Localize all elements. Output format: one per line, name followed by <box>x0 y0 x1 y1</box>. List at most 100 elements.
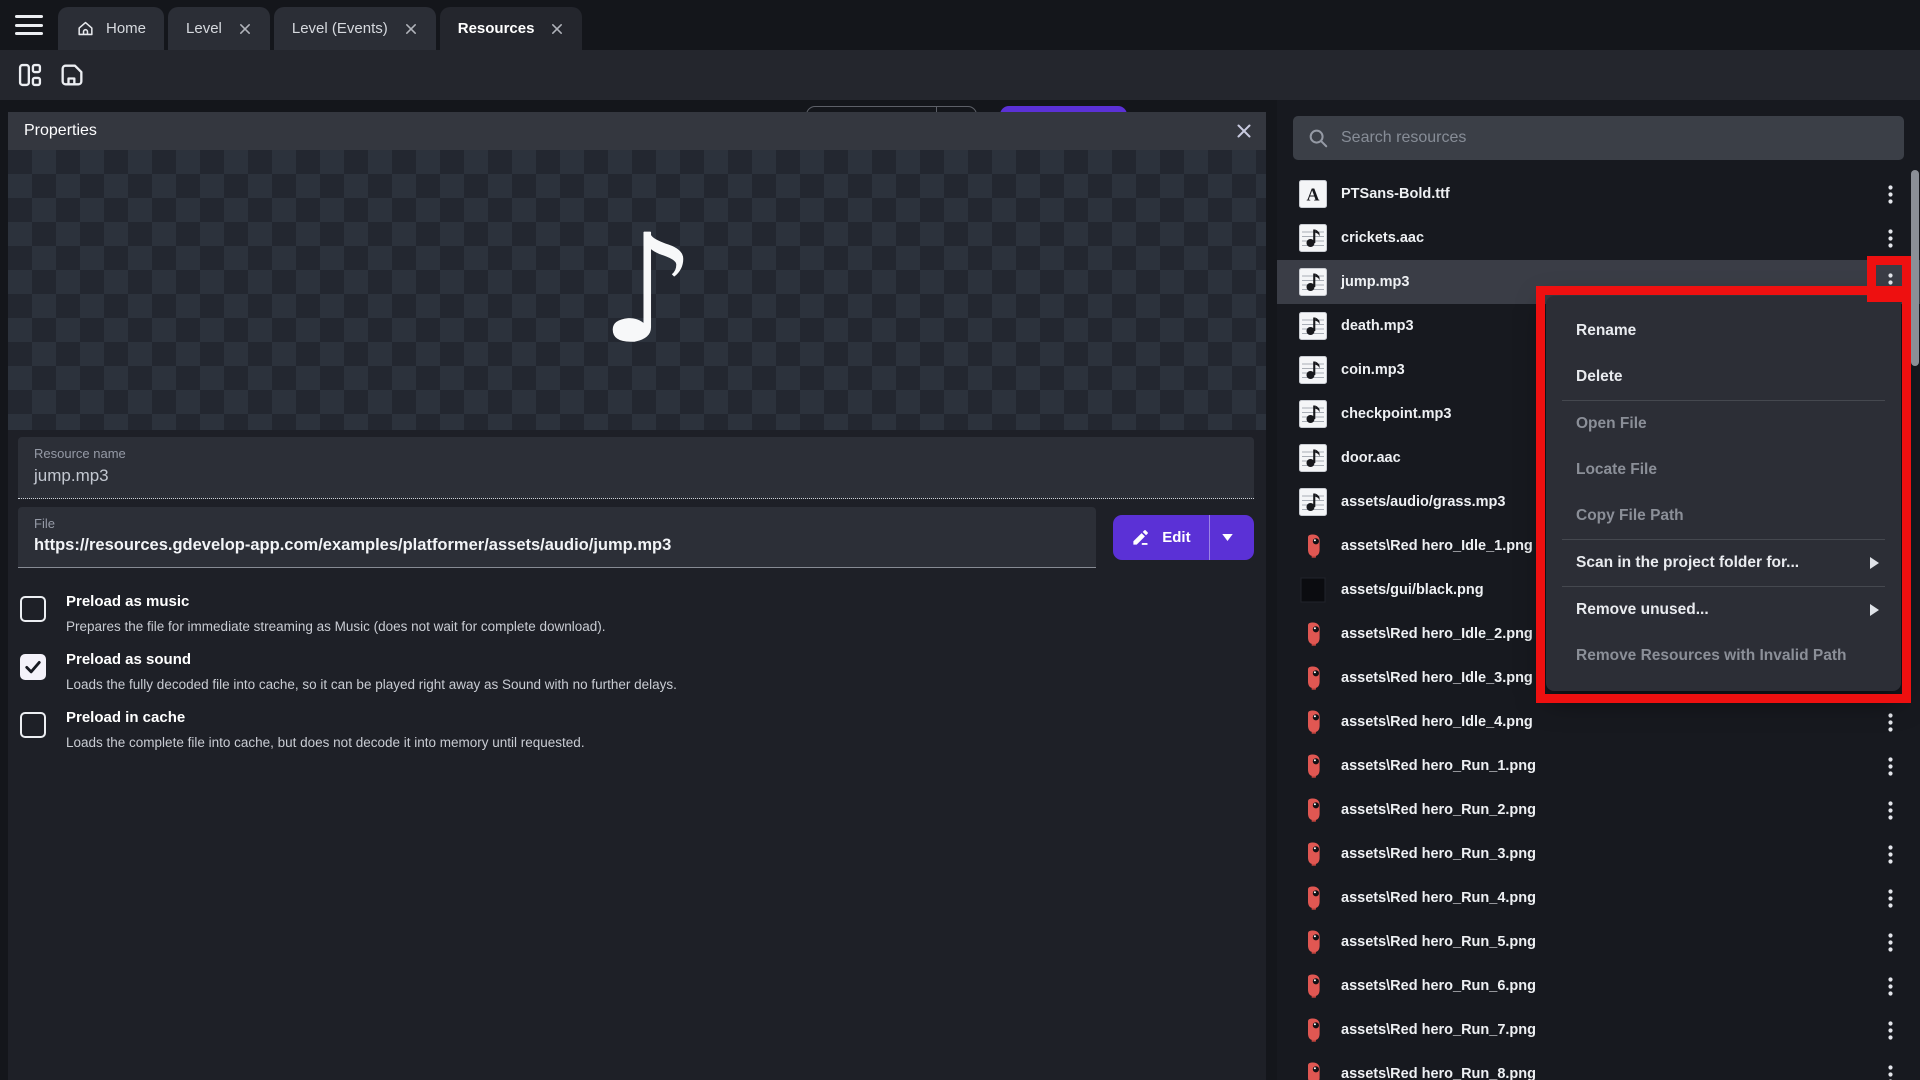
search-icon <box>1307 127 1329 149</box>
home-icon <box>76 19 95 38</box>
tab-label: Resources <box>458 20 535 37</box>
file-row: File https://resources.gdevelop-app.com/… <box>18 507 1254 568</box>
menu-item-delete[interactable]: Delete <box>1546 354 1901 400</box>
menu-item-locate-file: Locate File <box>1546 447 1901 493</box>
pencil-icon <box>1131 528 1150 547</box>
red-hero-icon <box>1299 752 1327 780</box>
row-menu-dots-icon[interactable] <box>1876 708 1904 736</box>
properties-panel: Properties ♪ Resource name jump.mp3 File… <box>8 112 1266 1080</box>
tab-label: Home <box>106 20 146 37</box>
tab-level-events-[interactable]: Level (Events) <box>274 7 436 50</box>
close-icon[interactable] <box>404 22 418 36</box>
row-menu-dots-icon[interactable] <box>1876 1016 1904 1044</box>
red-hero-icon <box>1299 972 1327 1000</box>
resource-name: assets/audio/grass.mp3 <box>1341 494 1505 510</box>
resource-name: PTSans-Bold.ttf <box>1341 186 1450 202</box>
checkbox-unchecked[interactable] <box>20 712 46 738</box>
resource-row[interactable]: assets\Red hero_Run_1.png <box>1277 744 1920 788</box>
red-hero-icon <box>1299 620 1327 648</box>
menu-item-rename[interactable]: Rename <box>1546 308 1901 354</box>
tab-resources[interactable]: Resources <box>440 7 583 50</box>
checkbox-unchecked[interactable] <box>20 596 46 622</box>
resource-row[interactable]: assets\Red hero_Run_7.png <box>1277 1008 1920 1052</box>
resource-name: crickets.aac <box>1341 230 1424 246</box>
red-hero-icon <box>1299 1060 1327 1080</box>
tab-label: Level <box>186 20 222 37</box>
resource-context-menu: RenameDeleteOpen FileLocate FileCopy Fil… <box>1546 296 1901 691</box>
save-icon[interactable] <box>58 61 86 89</box>
file-field[interactable]: File https://resources.gdevelop-app.com/… <box>18 507 1096 568</box>
resource-name: assets\Red hero_Run_7.png <box>1341 1022 1536 1038</box>
row-menu-dots-icon[interactable] <box>1876 752 1904 780</box>
scrollbar-thumb[interactable] <box>1911 170 1919 366</box>
layout-panels-icon[interactable] <box>16 61 44 89</box>
menu-item-label: Delete <box>1576 368 1623 386</box>
resource-row[interactable]: assets\Red hero_Run_5.png <box>1277 920 1920 964</box>
tab-home[interactable]: Home <box>58 7 164 50</box>
resource-name: assets\Red hero_Run_5.png <box>1341 934 1536 950</box>
tab-bar: Home Level Level (Events) Resources <box>0 0 1920 50</box>
row-menu-dots-icon[interactable] <box>1876 796 1904 824</box>
resource-name: assets/gui/black.png <box>1341 582 1484 598</box>
resource-name-label: Resource name <box>34 446 1238 461</box>
resource-row[interactable]: crickets.aac <box>1277 216 1920 260</box>
edit-options-button[interactable] <box>1209 515 1245 560</box>
audio-file-icon <box>1299 224 1327 252</box>
row-menu-dots-icon[interactable] <box>1876 884 1904 912</box>
red-hero-icon <box>1299 532 1327 560</box>
red-hero-icon <box>1299 664 1327 692</box>
main-menu-icon[interactable] <box>14 13 44 37</box>
menu-item-label: Remove Resources with Invalid Path <box>1576 647 1846 665</box>
search-bar <box>1293 116 1904 160</box>
resource-name-field[interactable]: Resource name jump.mp3 <box>18 437 1254 499</box>
menu-item-scan-in-the-project-folder-for[interactable]: Scan in the project folder for... <box>1546 540 1901 586</box>
audio-file-icon <box>1299 400 1327 428</box>
black-image-icon <box>1299 576 1327 604</box>
search-input[interactable] <box>1341 129 1890 147</box>
resource-name: assets\Red hero_Idle_2.png <box>1341 626 1533 642</box>
submenu-arrow-icon <box>1870 557 1879 569</box>
audio-file-icon <box>1299 312 1327 340</box>
checkbox-label: Preload as sound <box>66 650 677 670</box>
resource-row[interactable]: assets\Red hero_Run_6.png <box>1277 964 1920 1008</box>
edit-file-button[interactable]: Edit <box>1113 515 1208 560</box>
svg-text:A: A <box>1307 185 1320 205</box>
checkbox-checked[interactable] <box>20 654 46 680</box>
red-hero-icon <box>1299 928 1327 956</box>
file-value: https://resources.gdevelop-app.com/examp… <box>34 536 1080 555</box>
resource-row[interactable]: assets\Red hero_Run_4.png <box>1277 876 1920 920</box>
checkbox-description: Loads the fully decoded file into cache,… <box>66 677 677 693</box>
row-menu-dots-icon[interactable] <box>1876 840 1904 868</box>
properties-header: Properties <box>8 112 1266 150</box>
menu-item-copy-file-path: Copy File Path <box>1546 493 1901 539</box>
row-menu-dots-icon[interactable] <box>1876 972 1904 1000</box>
resource-row[interactable]: A PTSans-Bold.ttf <box>1277 172 1920 216</box>
preload-options: Preload as musicPrepares the file for im… <box>20 592 1120 766</box>
resource-preview-area: ♪ <box>8 150 1266 430</box>
resource-name: jump.mp3 <box>1341 274 1409 290</box>
red-hero-icon <box>1299 884 1327 912</box>
close-icon[interactable] <box>550 22 564 36</box>
resource-name: checkpoint.mp3 <box>1341 406 1451 422</box>
menu-item-remove-unused[interactable]: Remove unused... <box>1546 587 1901 633</box>
red-hero-icon <box>1299 708 1327 736</box>
row-menu-dots-icon[interactable] <box>1876 268 1904 296</box>
resource-name: assets\Red hero_Run_4.png <box>1341 890 1536 906</box>
row-menu-dots-icon[interactable] <box>1876 928 1904 956</box>
checkbox-description: Prepares the file for immediate streamin… <box>66 619 606 635</box>
resource-row[interactable]: assets\Red hero_Run_3.png <box>1277 832 1920 876</box>
audio-file-icon <box>1299 356 1327 384</box>
resource-row[interactable]: assets\Red hero_Idle_4.png <box>1277 700 1920 744</box>
resource-row[interactable]: assets\Red hero_Run_8.png <box>1277 1052 1920 1080</box>
red-hero-icon <box>1299 1016 1327 1044</box>
row-menu-dots-icon[interactable] <box>1876 1060 1904 1080</box>
close-icon[interactable] <box>238 22 252 36</box>
tab-level[interactable]: Level <box>168 7 270 50</box>
red-hero-icon <box>1299 796 1327 824</box>
row-menu-dots-icon[interactable] <box>1876 224 1904 252</box>
row-menu-dots-icon[interactable] <box>1876 180 1904 208</box>
resource-name: assets\Red hero_Run_2.png <box>1341 802 1536 818</box>
checkbox-description: Loads the complete file into cache, but … <box>66 735 585 751</box>
close-icon[interactable] <box>1234 121 1254 141</box>
resource-row[interactable]: assets\Red hero_Run_2.png <box>1277 788 1920 832</box>
